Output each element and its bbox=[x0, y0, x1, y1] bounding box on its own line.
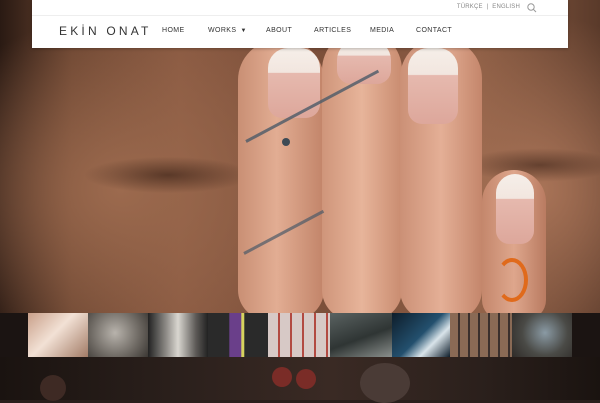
lower-shape-2 bbox=[272, 367, 292, 387]
lower-shape-3 bbox=[296, 369, 316, 389]
lower-background-strip bbox=[0, 357, 600, 403]
nav-about[interactable]: ABOUT bbox=[266, 27, 292, 34]
works-thumbnail-strip bbox=[0, 313, 600, 357]
language-switcher: TÜRKÇE | ENGLISH bbox=[455, 4, 520, 10]
nav-works-label: WORKS bbox=[208, 27, 237, 34]
nav-contact[interactable]: CONTACT bbox=[416, 27, 452, 34]
thumbnail-installation[interactable] bbox=[512, 313, 572, 357]
nav-home[interactable]: HOME bbox=[162, 27, 185, 34]
lower-shape-1 bbox=[40, 375, 66, 401]
site-logo[interactable]: EKİN ONAT bbox=[59, 24, 152, 38]
nail-4 bbox=[496, 174, 534, 244]
orange-mark bbox=[496, 258, 528, 302]
caret-down-icon: ▼ bbox=[240, 28, 247, 34]
thumbnail-statue[interactable] bbox=[148, 313, 208, 357]
site-header: TÜRKÇE | ENGLISH EKİN ONAT HOME WORKS ▼ A… bbox=[32, 0, 568, 48]
lang-turkish[interactable]: TÜRKÇE bbox=[457, 4, 483, 10]
nav-media[interactable]: MEDIA bbox=[370, 27, 394, 34]
thumbnail-blue-object[interactable] bbox=[392, 313, 450, 357]
search-icon[interactable] bbox=[526, 2, 538, 14]
lower-shape-4 bbox=[360, 363, 410, 403]
nav-works[interactable]: WORKS ▼ bbox=[208, 27, 247, 34]
thumbnail-sculpture[interactable] bbox=[88, 313, 148, 357]
thumbnail-landscape[interactable] bbox=[330, 313, 392, 357]
nav-articles[interactable]: ARTICLES bbox=[314, 27, 351, 34]
thumbnail-crosses[interactable] bbox=[268, 313, 330, 357]
thumbnail-portrait-grid[interactable] bbox=[450, 313, 512, 357]
lang-english[interactable]: ENGLISH bbox=[492, 4, 520, 10]
header-divider bbox=[32, 15, 568, 16]
thumbnail-hands[interactable] bbox=[28, 313, 88, 357]
thumbnail-color-blocks[interactable] bbox=[208, 313, 268, 357]
lang-separator: | bbox=[484, 4, 491, 10]
nail-3 bbox=[408, 48, 458, 124]
tattoo-dot bbox=[282, 138, 290, 146]
